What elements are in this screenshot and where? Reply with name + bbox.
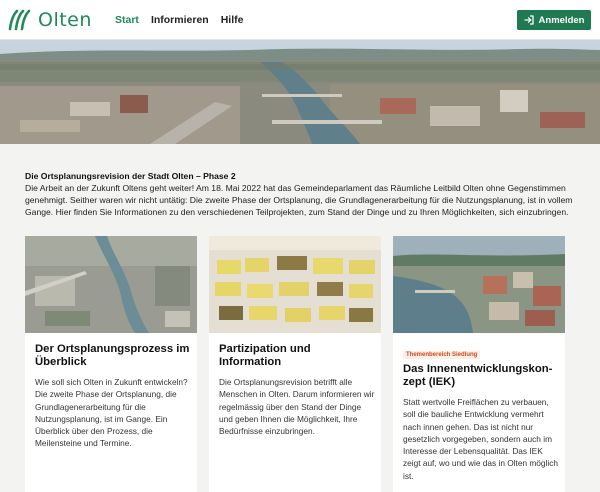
nav-start[interactable]: Start [115, 14, 139, 26]
card-text: Die Ortsplanungsrevision betrifft alle M… [219, 377, 375, 437]
hero-city-aerial [0, 40, 600, 144]
card-body: Partizipation und Information Die Ortspl… [219, 343, 375, 437]
intro-title: Die Ortsplanungsrevision der Stadt Olten… [25, 171, 236, 181]
card-image-river-town [393, 236, 565, 333]
card-tag: Themenbereich Siedlung [403, 351, 481, 359]
olten-logo[interactable]: Olten [8, 7, 92, 33]
card-body: Themenbereich Siedlung Das Innenentwickl… [403, 343, 559, 482]
card-text: Wie soll sich Olten in Zukunft entwickel… [35, 377, 188, 449]
hero-image [0, 40, 600, 144]
nav-informieren[interactable]: Informieren [151, 14, 209, 26]
card-body: Der Ortsplanungsprozess im Überblick Wie… [35, 343, 191, 450]
card-ortsplanungsprozess[interactable]: Der Ortsplanungsprozess im Überblick Wie… [25, 236, 197, 492]
card-image-aerial-map [25, 236, 197, 333]
intro-text: Die Arbeit an der Zukunft Oltens geht we… [25, 183, 573, 217]
card-title: Der Ortsplanungsprozess im Überblick [35, 343, 190, 368]
main-nav: Start Informieren Hilfe [115, 14, 255, 26]
card-image-sticky-notes [209, 236, 381, 333]
login-button[interactable]: Anmelden [517, 10, 591, 30]
card-text: Statt wertvolle Freiflächen zu verbauen,… [403, 397, 558, 481]
login-label: Anmelden [538, 14, 585, 26]
nav-hilfe[interactable]: Hilfe [221, 14, 244, 26]
intro-section: Die Ortsplanungsrevision der Stadt Olten… [25, 170, 580, 218]
site-header: Olten Start Informieren Hilfe Anmelden [0, 0, 600, 40]
card-title: Das Innenentwicklungskon­zept (IEK) [403, 363, 553, 388]
card-title: Partizipation und Information [219, 343, 311, 368]
login-arrow-icon [523, 15, 534, 25]
olten-waves-logo-icon [8, 9, 31, 31]
logo-text: Olten [38, 9, 92, 31]
card-iek[interactable]: Themenbereich Siedlung Das Innenentwickl… [393, 236, 565, 492]
card-partizipation[interactable]: Partizipation und Information Die Ortspl… [209, 236, 381, 492]
